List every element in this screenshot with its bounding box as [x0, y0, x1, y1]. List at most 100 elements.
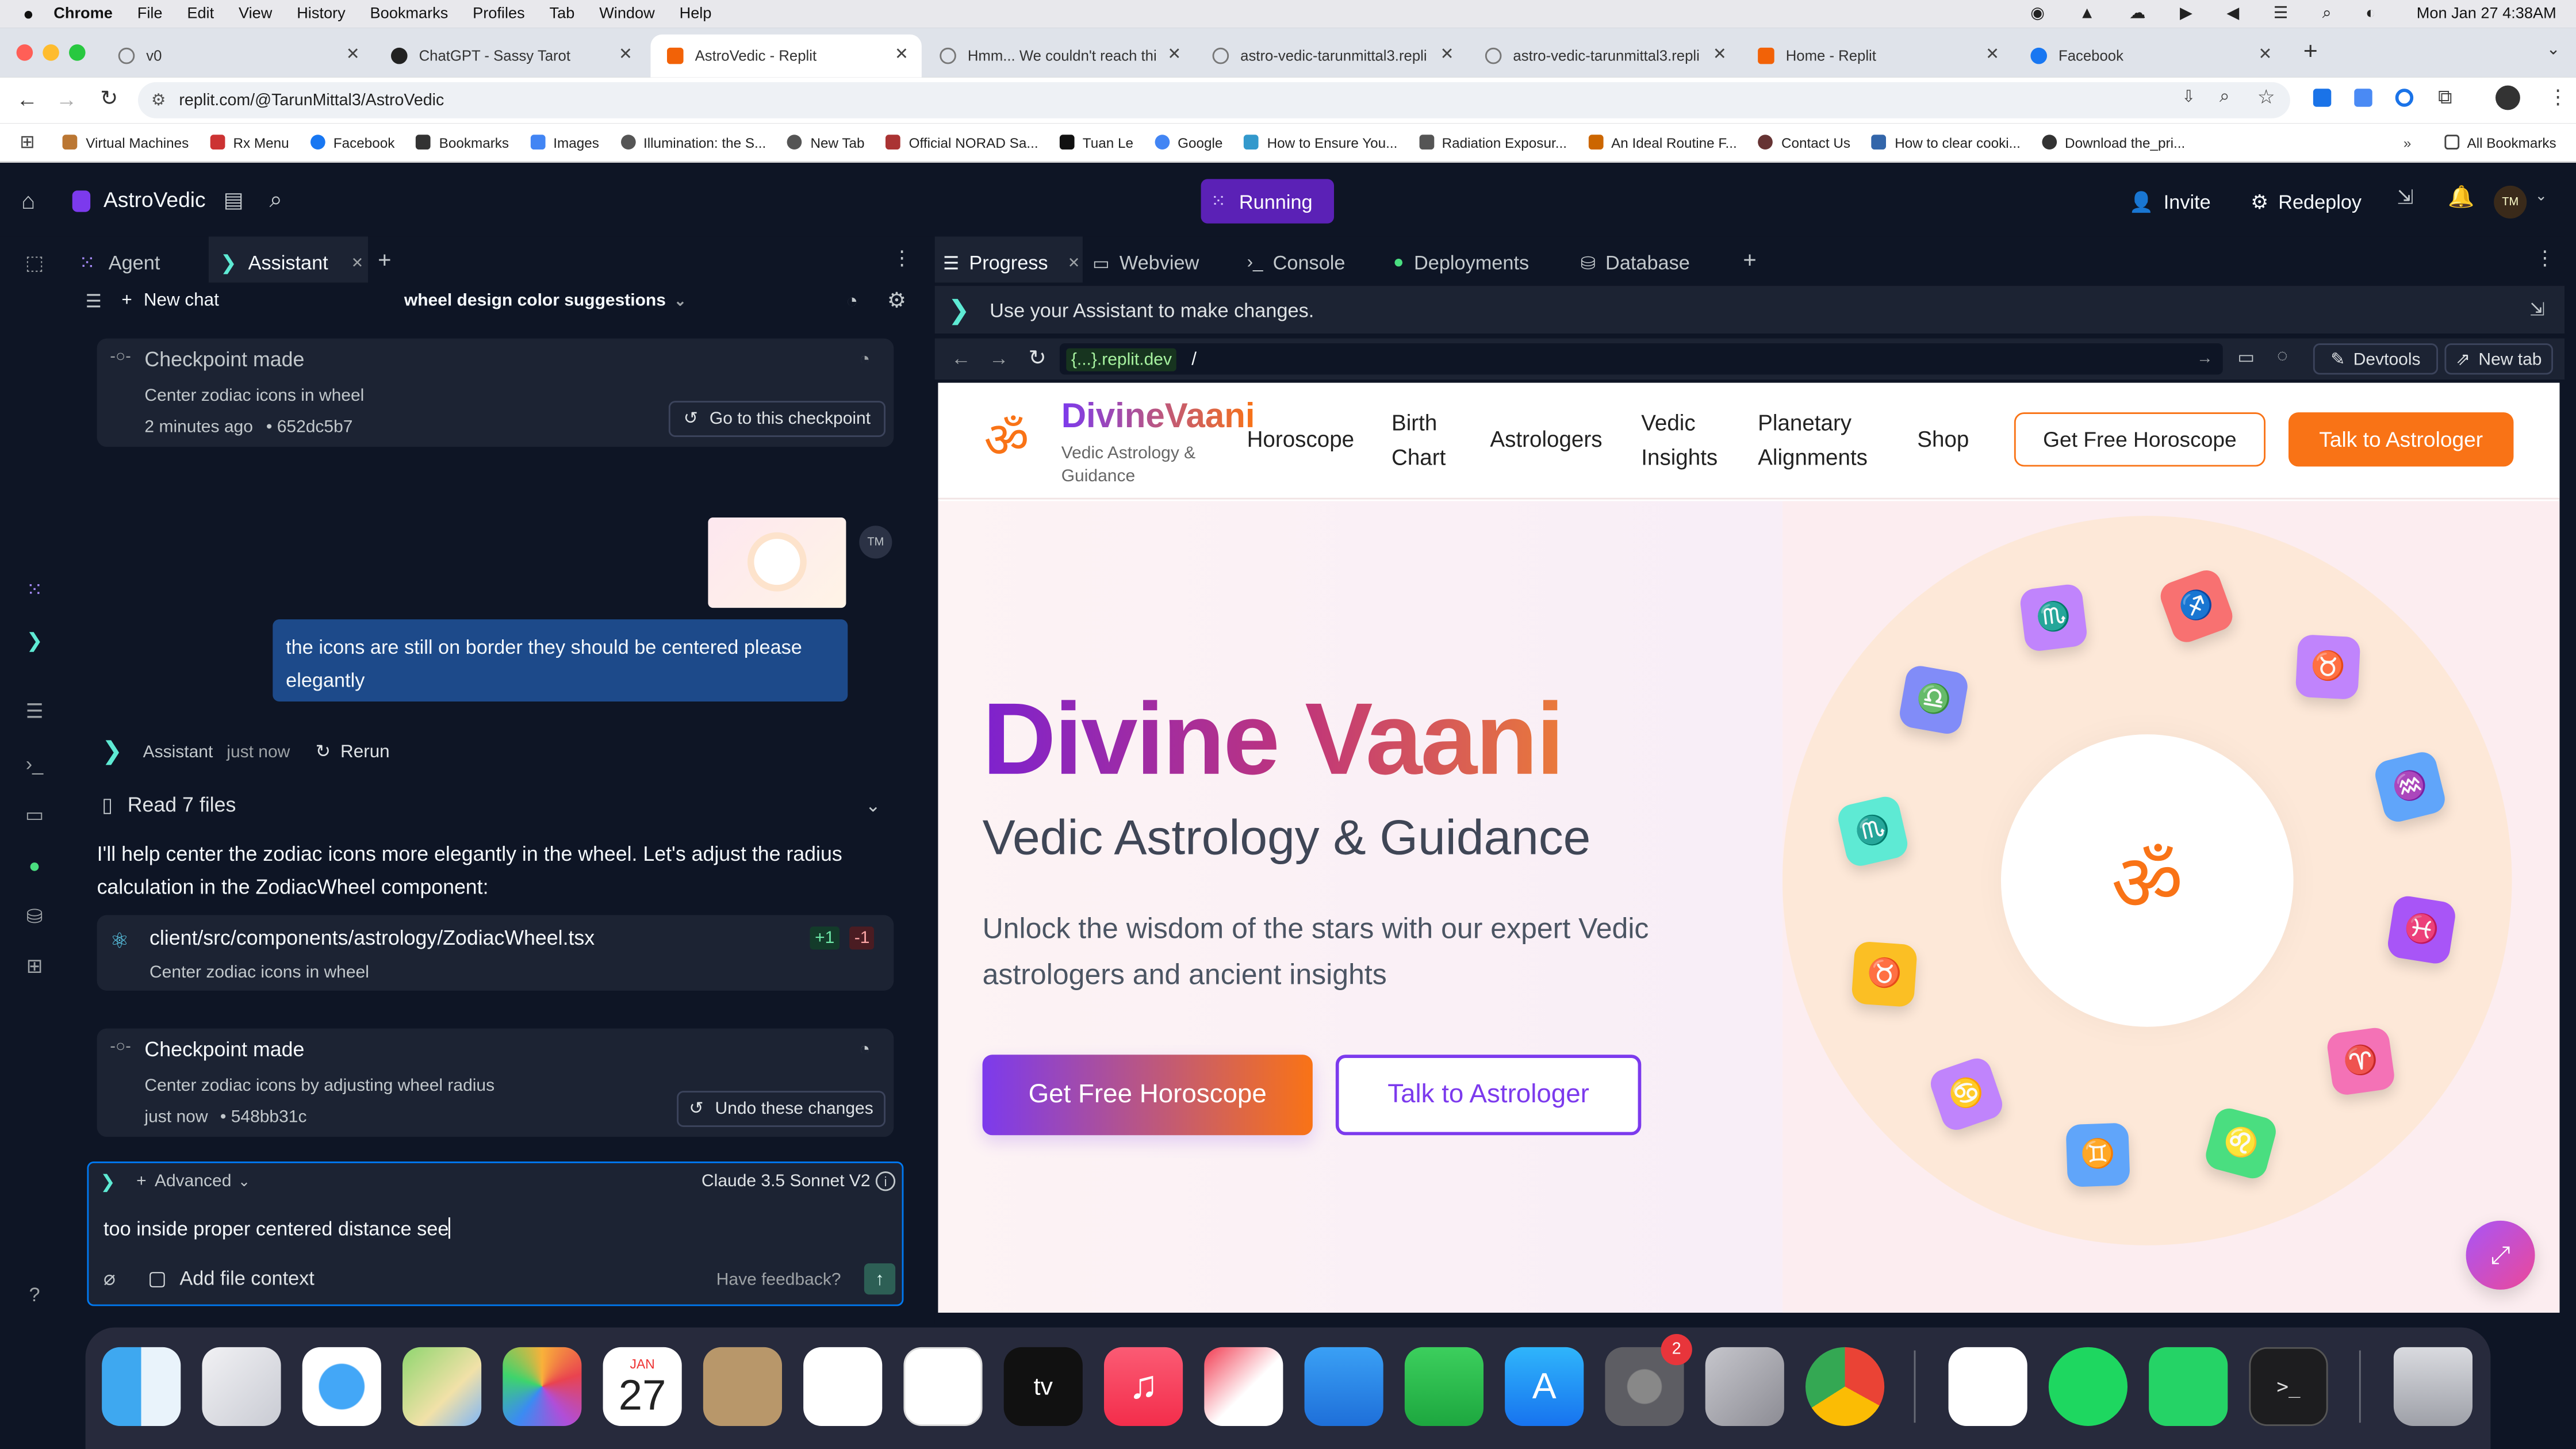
- nav-birth-chart[interactable]: Birth Chart: [1392, 406, 1464, 475]
- browser-tab[interactable]: astro-vedic-tarunmittal3.repli ✕: [1469, 34, 1739, 77]
- console-icon[interactable]: ›_: [21, 751, 48, 777]
- new-tab-plus-icon[interactable]: +: [2303, 38, 2318, 66]
- hero-talk-to-astrologer-button[interactable]: Talk to Astrologer: [1335, 1055, 1642, 1136]
- device-icon[interactable]: ▭: [2237, 347, 2255, 368]
- browser-tab[interactable]: astro-vedic-tarunmittal3.repli ✕: [1196, 34, 1467, 77]
- om-logo-icon[interactable]: ॐ: [984, 404, 1029, 471]
- bookmark-item[interactable]: Images: [530, 134, 599, 150]
- file-change-card[interactable]: ⚛ client/src/components/astrology/Zodiac…: [97, 915, 894, 991]
- menu-app-name[interactable]: Chrome: [53, 5, 113, 23]
- zodiac-sign-icon[interactable]: ♈: [2325, 1026, 2395, 1097]
- webview-url-bar[interactable]: {...}.replit.dev / →: [1059, 343, 2223, 375]
- spotify-app-icon[interactable]: [2048, 1347, 2128, 1426]
- url-text[interactable]: replit.com/@TarunMittal3/AstroVedic: [179, 91, 444, 109]
- browser-tab[interactable]: Home - Replit ✕: [1742, 34, 2012, 77]
- tab-agent[interactable]: ⁙ Agent: [79, 247, 160, 279]
- site-info-icon[interactable]: ⚙: [151, 91, 166, 109]
- assistant-icon[interactable]: ❯: [21, 627, 48, 654]
- install-app-icon[interactable]: ⇩: [2182, 89, 2195, 106]
- chat-history-list-icon[interactable]: ☰: [86, 291, 102, 312]
- bookmark-star-icon[interactable]: ☆: [2257, 86, 2275, 109]
- calendar-app-icon[interactable]: JAN 27: [603, 1347, 682, 1426]
- rerun-button[interactable]: ↻ Rerun: [316, 741, 390, 762]
- bookmark-item[interactable]: Rx Menu: [210, 134, 289, 150]
- panel-resize-handle[interactable]: [925, 236, 935, 1324]
- zoom-window-icon[interactable]: [69, 44, 86, 61]
- tab-search-chevron-icon[interactable]: ⌄: [2547, 41, 2560, 59]
- zodiac-sign-icon[interactable]: ♉: [1850, 941, 1918, 1008]
- browser-tab[interactable]: Hmm... We couldn't reach thi ✕: [923, 34, 1194, 77]
- new-chat-button[interactable]: + New chat: [121, 291, 218, 310]
- nav-shop[interactable]: Shop: [1917, 427, 1969, 452]
- close-tab-icon[interactable]: ✕: [1167, 46, 1181, 64]
- avatar-chevron-icon[interactable]: ⌄: [2535, 187, 2548, 205]
- read-files-toggle[interactable]: ▯ Read 7 files ⌄: [102, 790, 880, 819]
- omnibox[interactable]: ⚙ replit.com/@TarunMittal3/AstroVedic: [138, 82, 2290, 118]
- chrome-app-icon[interactable]: [1805, 1347, 1885, 1426]
- panel-menu-icon[interactable]: ⋮: [892, 247, 911, 270]
- run-status-button[interactable]: ⁙ Running: [1201, 179, 1334, 224]
- nav-astrologers[interactable]: Astrologers: [1490, 427, 1602, 452]
- chat-title-dropdown[interactable]: wheel design color suggestions ⌄: [404, 291, 687, 310]
- whatsapp-app-icon[interactable]: [2149, 1347, 2228, 1426]
- maps-app-icon[interactable]: [402, 1347, 482, 1426]
- close-tab-icon[interactable]: ✕: [1440, 46, 1454, 64]
- speedometer-icon[interactable]: ◔: [846, 289, 858, 312]
- close-tab-icon[interactable]: ✕: [1713, 46, 1727, 64]
- close-tab-icon[interactable]: ✕: [351, 254, 364, 271]
- forward-arrow-icon[interactable]: →: [56, 87, 77, 112]
- go-arrow-icon[interactable]: →: [2196, 350, 2213, 368]
- reload-icon[interactable]: ↻: [100, 86, 118, 112]
- bookmark-item[interactable]: An Ideal Routine F...: [1588, 134, 1737, 150]
- model-selector[interactable]: Claude 3.5 Sonnet V2: [702, 1171, 871, 1191]
- zodiac-sign-icon[interactable]: ♌: [2203, 1105, 2280, 1182]
- system-settings-app-icon[interactable]: 2: [1605, 1334, 1692, 1426]
- add-tab-plus-icon[interactable]: +: [378, 247, 391, 273]
- tab-deployments[interactable]: ● Deployments: [1393, 247, 1529, 279]
- site-brand[interactable]: DivineVaani: [1061, 397, 1255, 437]
- close-tab-icon[interactable]: ✕: [2258, 46, 2272, 64]
- send-button[interactable]: ↑: [864, 1263, 896, 1295]
- search-icon[interactable]: ⌕: [270, 186, 282, 214]
- project-name[interactable]: AstroVedic: [103, 187, 206, 212]
- all-tools-icon[interactable]: ⊞: [21, 953, 48, 979]
- zodiac-sign-icon[interactable]: ♋: [1927, 1053, 2007, 1133]
- profile-avatar[interactable]: [2496, 85, 2520, 110]
- close-tab-icon[interactable]: ✕: [895, 46, 908, 64]
- prompt-input[interactable]: too inside proper centered distance see: [103, 1217, 876, 1247]
- photos-app-icon[interactable]: [503, 1347, 582, 1426]
- zodiac-sign-icon[interactable]: ♊: [2065, 1123, 2130, 1188]
- bookmark-item[interactable]: Facebook: [310, 134, 394, 150]
- apple-icon[interactable]: ●: [23, 4, 34, 24]
- extensions-puzzle-icon[interactable]: ⧉: [2438, 86, 2452, 110]
- bookmark-item[interactable]: Radiation Exposur...: [1419, 134, 1567, 150]
- expand-fab-button[interactable]: ⤢: [2466, 1220, 2535, 1290]
- terminal-app-icon[interactable]: >_: [2249, 1347, 2328, 1426]
- bookmark-item[interactable]: How to Ensure You...: [1244, 134, 1397, 150]
- file-tree-icon[interactable]: ▤: [224, 187, 244, 214]
- iphone-mirroring-app-icon[interactable]: [1705, 1347, 1784, 1426]
- tab-database[interactable]: ⛁ Database: [1581, 247, 1690, 279]
- reload-icon[interactable]: ↻: [1029, 345, 1046, 371]
- home-icon[interactable]: ⌂: [21, 187, 35, 214]
- new-tab-button[interactable]: ⇗ New tab: [2444, 343, 2553, 375]
- menu-help[interactable]: Help: [680, 5, 712, 23]
- menu-edit[interactable]: Edit: [187, 5, 214, 23]
- agent-icon[interactable]: ⁙: [21, 577, 48, 603]
- menu-history[interactable]: History: [297, 5, 345, 23]
- close-tab-icon[interactable]: ✕: [346, 46, 360, 64]
- bookmark-item[interactable]: Bookmarks: [416, 134, 509, 150]
- nav-get-free-horoscope-button[interactable]: Get Free Horoscope: [2014, 412, 2266, 467]
- checkpoint-gauge-icon[interactable]: ◔: [859, 350, 870, 370]
- bookmark-item[interactable]: Official NORAD Sa...: [885, 134, 1038, 150]
- zodiac-sign-icon[interactable]: ♎: [1897, 664, 1971, 737]
- zodiac-sign-icon[interactable]: ♒: [2372, 748, 2448, 825]
- more-bookmarks-chevron-icon[interactable]: »: [2404, 134, 2412, 151]
- tab-assistant[interactable]: ❯ Assistant ✕: [220, 247, 363, 279]
- menu-profiles[interactable]: Profiles: [473, 5, 525, 23]
- forward-arrow-icon[interactable]: →: [989, 347, 1009, 370]
- redeploy-button[interactable]: ⚙ Redeploy: [2251, 182, 2362, 220]
- add-file-context-button[interactable]: ▢ Add file context: [148, 1267, 315, 1290]
- advanced-toggle[interactable]: + Advanced ⌄: [136, 1171, 250, 1191]
- news-app-icon[interactable]: [1204, 1347, 1283, 1426]
